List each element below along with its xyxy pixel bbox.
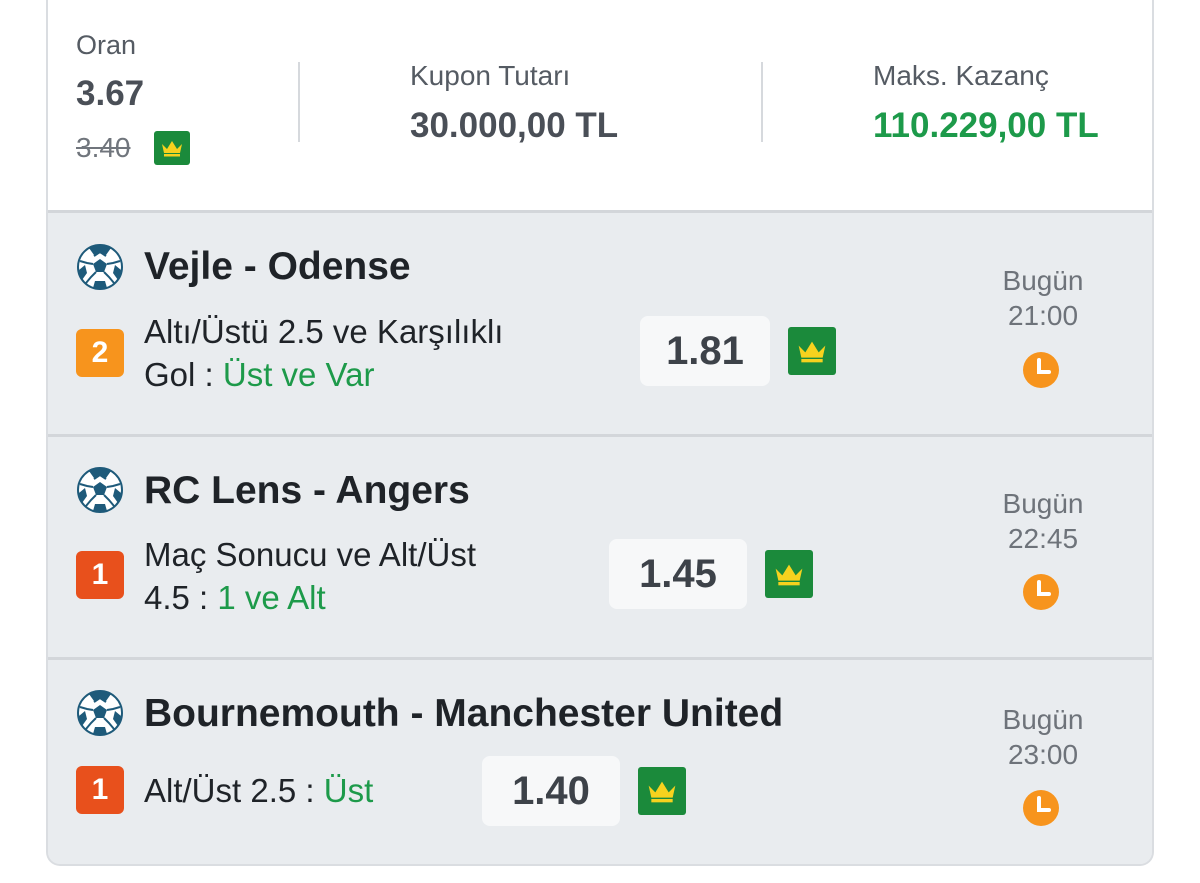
odd-value[interactable]: 1.81 [640,316,770,386]
max-win-value: 110.229,00 TL [873,106,1099,145]
match-row[interactable]: RC Lens - Angers 1 Maç Sonucu ve Alt/Üst… [48,437,1152,657]
soccer-ball-icon [77,244,123,290]
market-name: Altı/Üstü 2.5 ve Karşılıklı [144,313,504,350]
match-title: RC Lens - Angers [144,469,470,512]
match-day: Bugün [1002,704,1084,735]
clock-icon [1023,352,1059,388]
market-name-cont: Gol : [144,356,223,393]
match-hour: 21:00 [1007,300,1079,331]
match-hour: 22:45 [1007,523,1079,554]
match-row[interactable]: Vejle - Odense 2 Altı/Üstü 2.5 ve Karşıl… [48,213,1152,434]
market-text: Maç Sonucu ve Alt/Üst 4.5 : 1 ve Alt [144,533,476,619]
coupon-summary: Oran 3.67 3.40 Kupon Tutarı 30.000,00 TL… [48,0,1152,213]
match-title: Vejle - Odense [144,245,411,288]
crown-icon [154,131,190,165]
match-day: Bugün [1002,488,1084,519]
old-odds-value: 3.40 [76,132,131,163]
max-win-label: Maks. Kazanç [873,60,1049,91]
clock-icon [1023,574,1059,610]
selection-number-badge: 2 [76,329,124,377]
selection-number-badge: 1 [76,551,124,599]
total-odds-value: 3.67 [76,74,145,113]
match-hour: 23:00 [1007,739,1079,770]
market-text: Altı/Üstü 2.5 ve Karşılıklı Gol : Üst ve… [144,310,503,396]
match-time: Bugün 22:45 [973,486,1113,556]
summary-divider [761,62,763,142]
coupon-card: Oran 3.67 3.40 Kupon Tutarı 30.000,00 TL… [46,0,1154,866]
market-name: Maç Sonucu ve Alt/Üst [144,536,476,573]
coupon-amount-label: Kupon Tutarı [410,60,571,91]
match-row[interactable]: Bournemouth - Manchester United 1 Alt/Üs… [48,660,1152,864]
clock-icon [1023,790,1059,826]
soccer-ball-icon [77,690,123,736]
selected-pick: 1 ve Alt [217,579,326,616]
selected-pick: Üst [323,772,374,809]
match-time: Bugün 21:00 [973,263,1113,333]
soccer-ball-icon [77,467,123,513]
coupon-amount-value: 30.000,00 TL [410,106,619,145]
crown-icon [788,327,836,375]
selected-pick: Üst ve Var [222,356,375,393]
selection-number-badge: 1 [76,766,124,814]
odd-value[interactable]: 1.40 [482,756,620,826]
match-time: Bugün 23:00 [973,702,1113,772]
crown-icon [638,767,686,815]
match-day: Bugün [1002,265,1084,296]
market-name-cont: 4.5 : [144,579,218,616]
market-text: Alt/Üst 2.5 : Üst [144,769,373,812]
summary-divider [298,62,300,142]
market-name: Alt/Üst 2.5 : [144,772,324,809]
match-title: Bournemouth - Manchester United [144,692,784,735]
total-odds-label: Oran [76,30,137,60]
crown-icon [765,550,813,598]
odd-value[interactable]: 1.45 [609,539,747,609]
